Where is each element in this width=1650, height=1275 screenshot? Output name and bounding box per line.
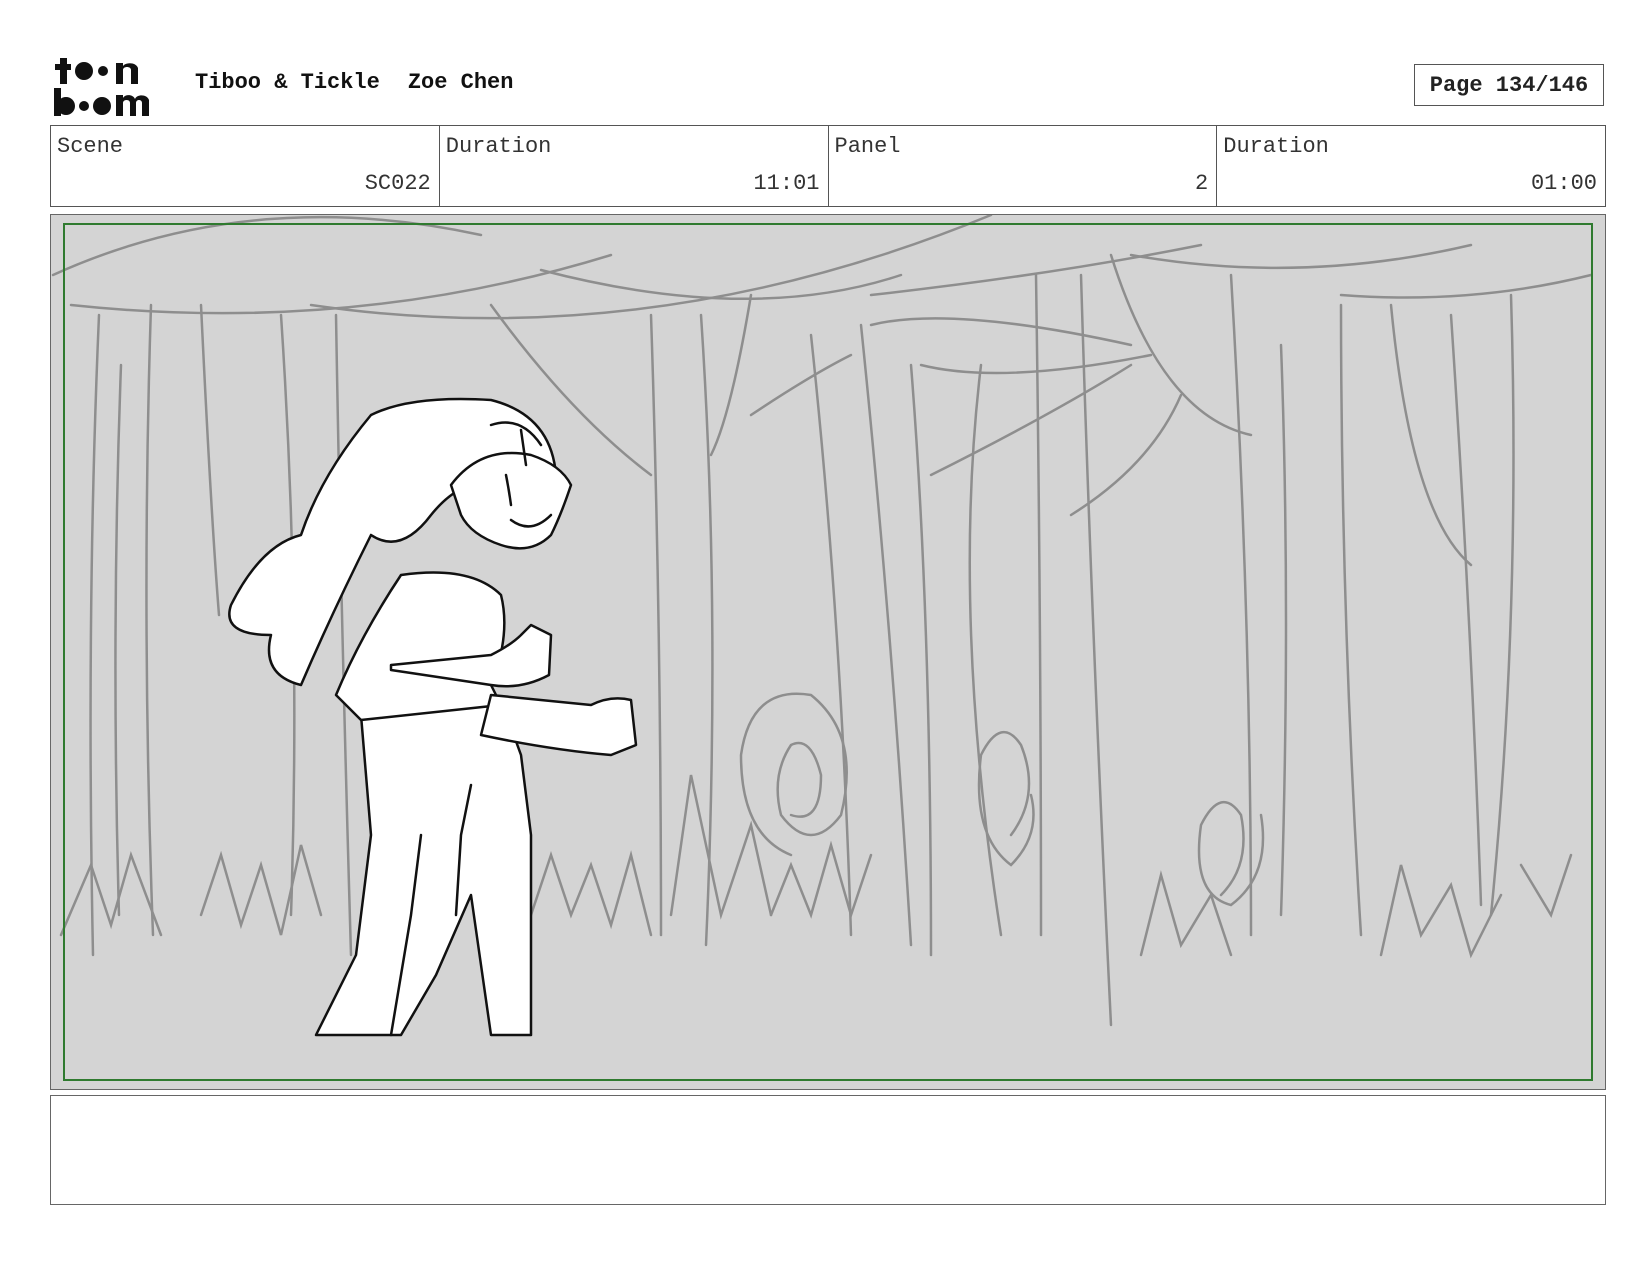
author-name: Zoe Chen [407, 70, 514, 95]
panel-duration-value: 01:00 [1530, 171, 1597, 196]
panel-label: Panel [834, 134, 901, 159]
scene-duration-cell: Duration 11:01 [440, 126, 829, 206]
panel-drawing [51, 215, 1593, 1037]
panel-duration-label: Duration [1223, 134, 1329, 159]
storyboard-panel [50, 214, 1606, 1090]
scene-duration-label: Duration [445, 134, 552, 159]
page-indicator: Page 134/146 [1414, 64, 1604, 106]
scene-cell: Scene SC022 [51, 126, 440, 206]
scene-value: SC022 [364, 171, 431, 196]
scene-info-table: Scene SC022 Duration 11:01 Panel 2 Durat… [50, 125, 1606, 207]
scene-label: Scene [57, 134, 124, 159]
project-name: Tiboo & Tickle [195, 70, 380, 95]
panel-notes-box[interactable] [50, 1095, 1606, 1205]
panel-duration-cell: Duration 01:00 [1217, 126, 1605, 206]
panel-cell: Panel 2 [829, 126, 1218, 206]
panel-value: 2 [1195, 171, 1209, 196]
toon-boom-logo-icon [54, 58, 149, 116]
scene-duration-value: 11:01 [753, 171, 820, 196]
header-title: Tiboo & Tickle Zoe Chen [195, 70, 541, 95]
